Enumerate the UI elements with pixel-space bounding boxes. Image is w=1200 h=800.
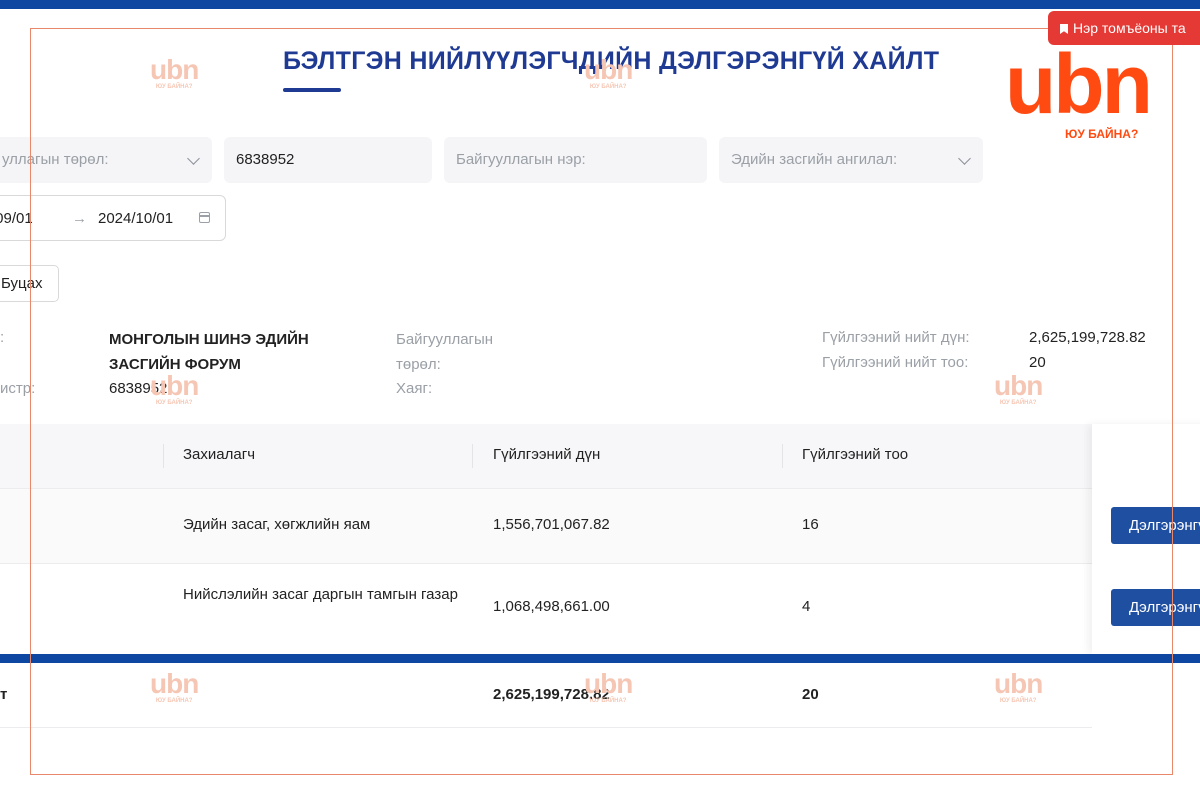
- column-header-amount[interactable]: Гүйлгээний дүн: [493, 446, 600, 463]
- total-count: 20: [802, 686, 819, 703]
- row-2-count: 4: [802, 598, 811, 615]
- watermark-logo: ubn ЮУ БАЙНА?: [994, 668, 1043, 705]
- label-org-name: :: [0, 329, 5, 346]
- row-2-detail-button[interactable]: Дэлгэрэнгүй: [1111, 589, 1200, 626]
- arrow-right-icon: →: [72, 210, 87, 227]
- date-range-picker[interactable]: /09/01 → 2024/10/01: [0, 195, 226, 241]
- glossary-badge-label: Нэр томъёоны та: [1073, 20, 1186, 36]
- watermark-logo: ubn ЮУ БАЙНА?: [584, 668, 633, 705]
- label-register: истр:: [0, 380, 36, 397]
- watermark-logo: ubn ЮУ БАЙНА?: [150, 668, 199, 705]
- bookmark-icon: [1060, 24, 1068, 34]
- watermark-logo: ubn ЮУ БАЙНА?: [150, 54, 199, 91]
- column-header-count[interactable]: Гүйлгээний тоо: [802, 446, 908, 463]
- column-divider: [472, 444, 473, 468]
- total-count-value: 20: [1029, 354, 1046, 371]
- title-underline: [283, 88, 341, 92]
- row-2-customer: Нийслэлийн засаг даргын тамгын газар: [183, 586, 458, 603]
- label-total-amount: Гүйлгээний нийт дүн:: [822, 329, 970, 346]
- date-to[interactable]: 2024/10/01: [98, 196, 173, 242]
- org-name-value: МОНГОЛЫН ШИНЭ ЭДИЙН ЗАСГИЙН ФОРУМ: [109, 331, 309, 373]
- watermark-logo: ubn ЮУ БАЙНА?: [150, 370, 199, 407]
- row-divider: [0, 563, 1092, 564]
- economic-class-placeholder: Эдийн засгийн ангилал:: [731, 151, 898, 168]
- org-type-placeholder: уллагын төрөл:: [2, 151, 109, 168]
- chevron-down-icon: [187, 152, 200, 165]
- row-1-customer: Эдийн засаг, хөгжлийн яам: [183, 516, 371, 533]
- label-address: Хаяг:: [396, 380, 433, 397]
- column-header-customer[interactable]: Захиалагч: [183, 446, 255, 463]
- top-blue-strip: [0, 0, 1200, 9]
- register-input-value: 6838952: [236, 151, 295, 168]
- total-amount-value: 2,625,199,728.82: [1029, 329, 1146, 346]
- total-label: т: [0, 686, 8, 703]
- org-name-input[interactable]: Байгууллагын нэр:: [444, 137, 707, 183]
- column-divider: [782, 444, 783, 468]
- org-name-placeholder: Байгууллагын нэр:: [456, 151, 586, 168]
- back-button[interactable]: Буцах: [0, 265, 59, 302]
- calendar-icon[interactable]: [199, 212, 210, 223]
- logo-tagline: ЮУ БАЙНА?: [1065, 127, 1139, 141]
- economic-class-select[interactable]: Эдийн засгийн ангилал:: [719, 137, 983, 183]
- label-org-type: Байгууллагын төрөл:: [396, 331, 494, 373]
- watermark-logo: ubn ЮУ БАЙНА?: [584, 54, 633, 91]
- logo-mark: ubn: [1005, 37, 1153, 131]
- watermark-logo: ubn ЮУ БАЙНА?: [994, 370, 1043, 407]
- label-total-count: Гүйлгээний нийт тоо:: [822, 354, 969, 371]
- row-2-amount: 1,068,498,661.00: [493, 598, 610, 615]
- row-divider: [0, 488, 1092, 489]
- blue-divider-bar: [0, 654, 1200, 663]
- row-1-count: 16: [802, 516, 819, 533]
- register-input[interactable]: 6838952: [224, 137, 432, 183]
- column-divider: [163, 444, 164, 468]
- total-row-divider: [0, 727, 1092, 728]
- date-from[interactable]: /09/01: [0, 196, 33, 242]
- row-1-amount: 1,556,701,067.82: [493, 516, 610, 533]
- ubn-logo: ubn ЮУ БАЙНА?: [1005, 42, 1165, 142]
- row-1-detail-button[interactable]: Дэлгэрэнгүй: [1111, 507, 1200, 544]
- chevron-down-icon: [958, 152, 971, 165]
- org-type-select[interactable]: уллагын төрөл:: [0, 137, 212, 183]
